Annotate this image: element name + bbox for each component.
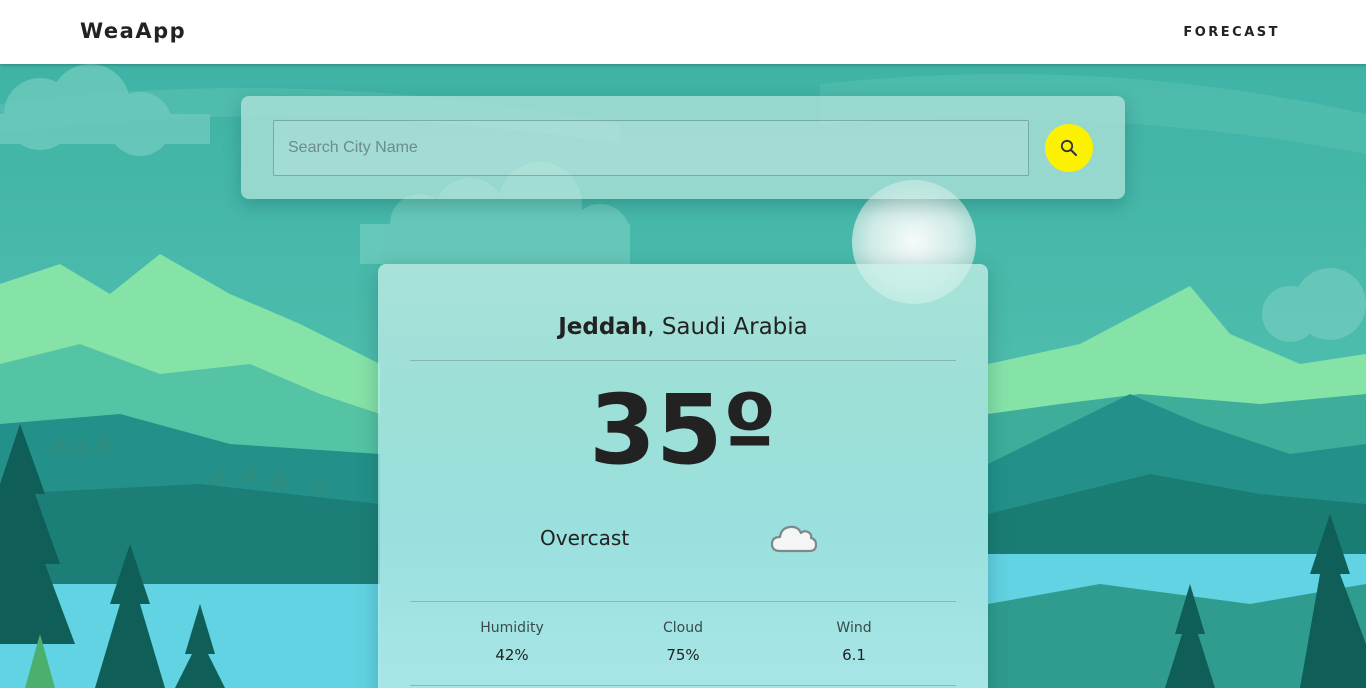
top-navbar: WeaApp FORECAST <box>0 0 1366 64</box>
stat-label: Wind <box>836 620 872 636</box>
wind-stat: Wind 6.1 <box>774 620 934 664</box>
app-logo[interactable]: WeaApp <box>80 19 186 43</box>
stat-value: 42% <box>495 646 529 664</box>
stat-label: Cloud <box>663 620 703 636</box>
stat-value: 6.1 <box>842 646 866 664</box>
forecast-link[interactable]: FORECAST <box>1183 25 1280 40</box>
condition-label: Overcast <box>540 526 630 550</box>
search-panel <box>241 96 1125 199</box>
city-search-input[interactable] <box>273 120 1029 176</box>
cloud-stat: Cloud 75% <box>603 620 763 664</box>
cloud-icon <box>770 525 818 553</box>
temperature-value: 35º <box>589 374 777 486</box>
humidity-stat: Humidity 42% <box>432 620 592 664</box>
country-name: Saudi Arabia <box>661 314 808 340</box>
search-button[interactable] <box>1045 124 1093 172</box>
city-name: Jeddah <box>558 314 648 340</box>
divider <box>410 601 956 602</box>
stat-value: 75% <box>666 646 700 664</box>
search-icon <box>1060 139 1077 156</box>
divider <box>410 360 956 361</box>
divider <box>410 685 956 686</box>
stat-label: Humidity <box>480 620 544 636</box>
location-separator: , <box>647 314 662 340</box>
weather-card: Jeddah, Saudi Arabia 35º Overcast Humidi… <box>378 264 988 688</box>
location-title: Jeddah, Saudi Arabia <box>378 314 988 340</box>
